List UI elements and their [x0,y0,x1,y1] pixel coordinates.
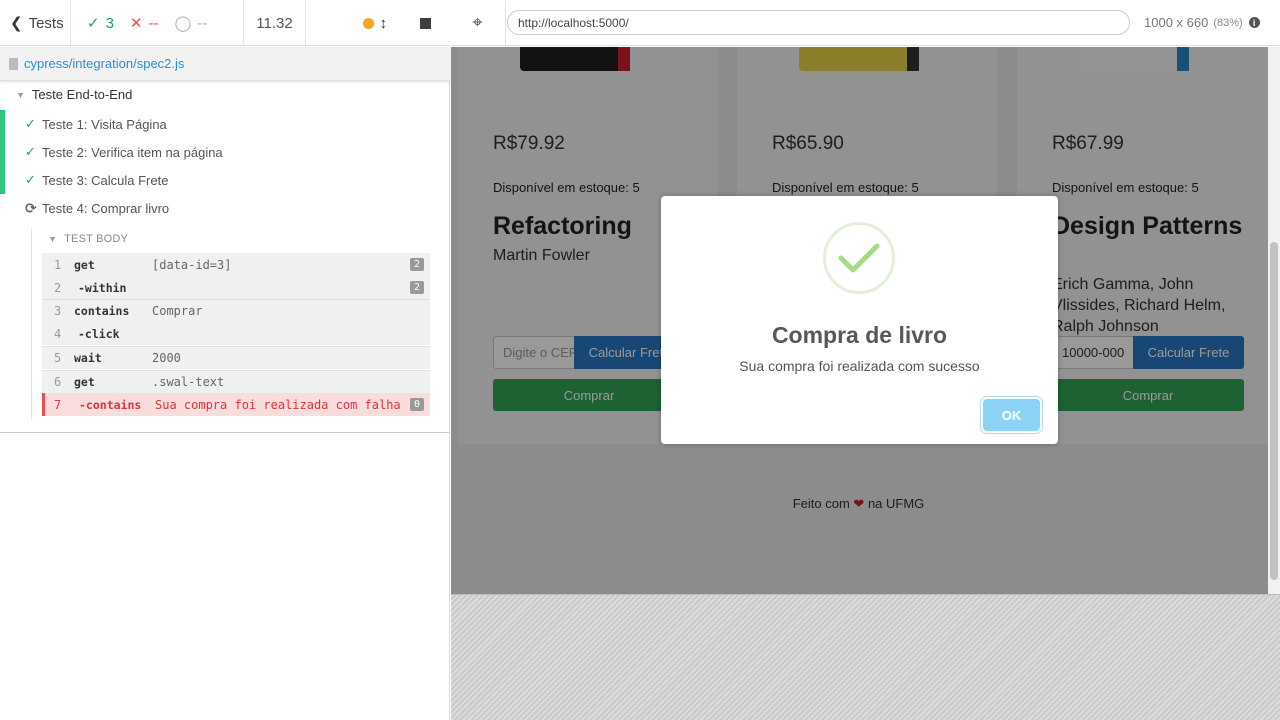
command-name: -click [78,326,120,341]
spec-file-bar: cypress/integration/spec2.js [0,47,450,81]
running-indicator-icon [362,17,374,29]
command-number: 7 [54,397,62,412]
command-row[interactable]: 6 get .swal-text [42,370,430,393]
test-item[interactable]: ✓ Teste 2: Verifica item na página [0,138,450,166]
test-item[interactable]: ✓ Teste 1: Visita Página [0,110,450,138]
check-icon: ✓ [25,116,36,131]
check-icon: ✓ [25,144,36,159]
passed-count: 3 [105,14,114,32]
command-arg: 2000 [152,351,181,365]
url-bar[interactable]: http://localhost:5000/ [507,10,1130,35]
test-body-title[interactable]: ▼ TEST BODY [48,233,128,245]
command-row[interactable]: 2 -within 2 [42,276,430,299]
command-arg: Comprar [152,304,203,318]
check-icon: ✓ [87,15,100,32]
command-number: 1 [54,257,62,272]
app-under-test: R$79.92 Disponível em estoque: 5 Refacto… [451,47,1280,594]
suite-title[interactable]: ▼ Teste End-to-End [16,87,132,102]
modal-title: Compra de livro [771,322,948,348]
x-icon: ✕ [129,15,143,32]
run-controls: ↕ [306,0,450,46]
passed-bar [0,138,5,166]
runner-header: ⌖ http://localhost:5000/ 1000 x 660 (83%… [450,0,1280,46]
passed-bar [0,166,5,194]
page-scrollbar[interactable] [1268,47,1280,594]
passed-stat: ✓ 3 [87,14,114,33]
suite-title-label: Teste End-to-End [31,87,133,102]
viewport-info[interactable]: 1000 x 660 (83%) i [1144,15,1260,30]
selector-playground-button[interactable]: ⌖ [450,0,506,46]
viewport-background [451,594,1280,720]
info-icon: i [1248,17,1260,28]
passed-bar [0,110,5,138]
reporter-header: ❮ Tests ✓ 3 ✕ -- ◯ -- 11.32 ↕ [0,0,450,46]
viewport-size: 1000 x 660 [1144,15,1209,30]
command-arg: Sua compra foi realizada com falha [155,397,401,412]
test-label: Teste 2: Verifica item na página [42,144,223,160]
command-name: contains [74,304,130,318]
command-row-failed[interactable]: 7 -contains Sua compra foi realizada com… [42,393,430,416]
command-name: -contains [79,397,142,412]
command-row[interactable]: 4 -click [42,322,430,345]
test-item[interactable]: ⟳ Teste 4: Comprar livro [0,194,450,222]
viewport-scale: (83%) [1213,16,1243,29]
tests-button-label: Tests [28,14,64,32]
modal-text: Sua compra foi realizada com sucesso [739,358,980,374]
chevron-left-icon: ❮ [10,15,23,32]
ok-button[interactable]: OK [983,399,1040,431]
success-check-icon [823,222,895,294]
failed-stat: ✕ -- [129,14,159,33]
pending-count: -- [197,14,208,32]
check-icon: ✓ [25,172,36,187]
test-body: ▼ TEST BODY 1 get [data-id=3] 2 2 -withi… [31,229,430,419]
failed-count: -- [148,14,159,32]
element-count-badge: 2 [409,258,424,271]
command-name: get [74,375,95,389]
test-label: Teste 4: Comprar livro [42,200,170,216]
command-number: 3 [54,304,62,318]
test-item[interactable]: ✓ Teste 3: Calcula Frete [0,166,450,194]
test-label: Teste 3: Calcula Frete [42,172,169,188]
url-text: http://localhost:5000/ [518,15,629,30]
command-number: 6 [54,375,62,389]
stop-button[interactable] [420,17,431,29]
circle-notch-icon: ◯ [174,15,192,32]
crosshairs-icon: ⌖ [472,12,483,32]
command-number: 2 [54,280,62,295]
sweetalert-modal: Compra de livro Sua compra foi realizada… [661,196,1058,444]
spec-path-link[interactable]: cypress/integration/spec2.js [24,56,184,71]
refresh-icon: ⟳ [25,199,37,216]
element-count-badge: 2 [409,281,424,294]
tests-back-button[interactable]: ❮ Tests [0,0,71,46]
test-stats: ✓ 3 ✕ -- ◯ -- [71,0,244,46]
file-icon [9,57,18,70]
caret-down-icon: ▼ [16,89,25,100]
command-number: 4 [54,326,62,341]
element-count-badge: 0 [409,398,424,411]
command-name: get [74,257,95,272]
command-name: wait [74,351,102,365]
auto-scroll-toggle-icon[interactable]: ↕ [380,15,388,32]
test-body-label: TEST BODY [64,233,129,245]
reporter-panel: ❮ Tests ✓ 3 ✕ -- ◯ -- 11.32 ↕ cypress/in… [0,0,450,720]
duration: 11.32 [244,0,306,46]
command-arg: .swal-text [152,375,225,389]
command-number: 5 [54,351,62,365]
command-name: -within [78,280,127,295]
command-row[interactable]: 5 wait 2000 [42,346,430,369]
scrollbar-thumb[interactable] [1270,242,1278,580]
caret-down-icon: ▼ [48,234,58,244]
command-row[interactable]: 1 get [data-id=3] 2 [42,253,430,276]
divider [0,432,450,433]
pending-stat: ◯ -- [174,14,208,33]
command-row[interactable]: 3 contains Comprar [42,299,430,322]
test-label: Teste 1: Visita Página [42,116,167,132]
command-arg: [data-id=3] [152,257,232,272]
